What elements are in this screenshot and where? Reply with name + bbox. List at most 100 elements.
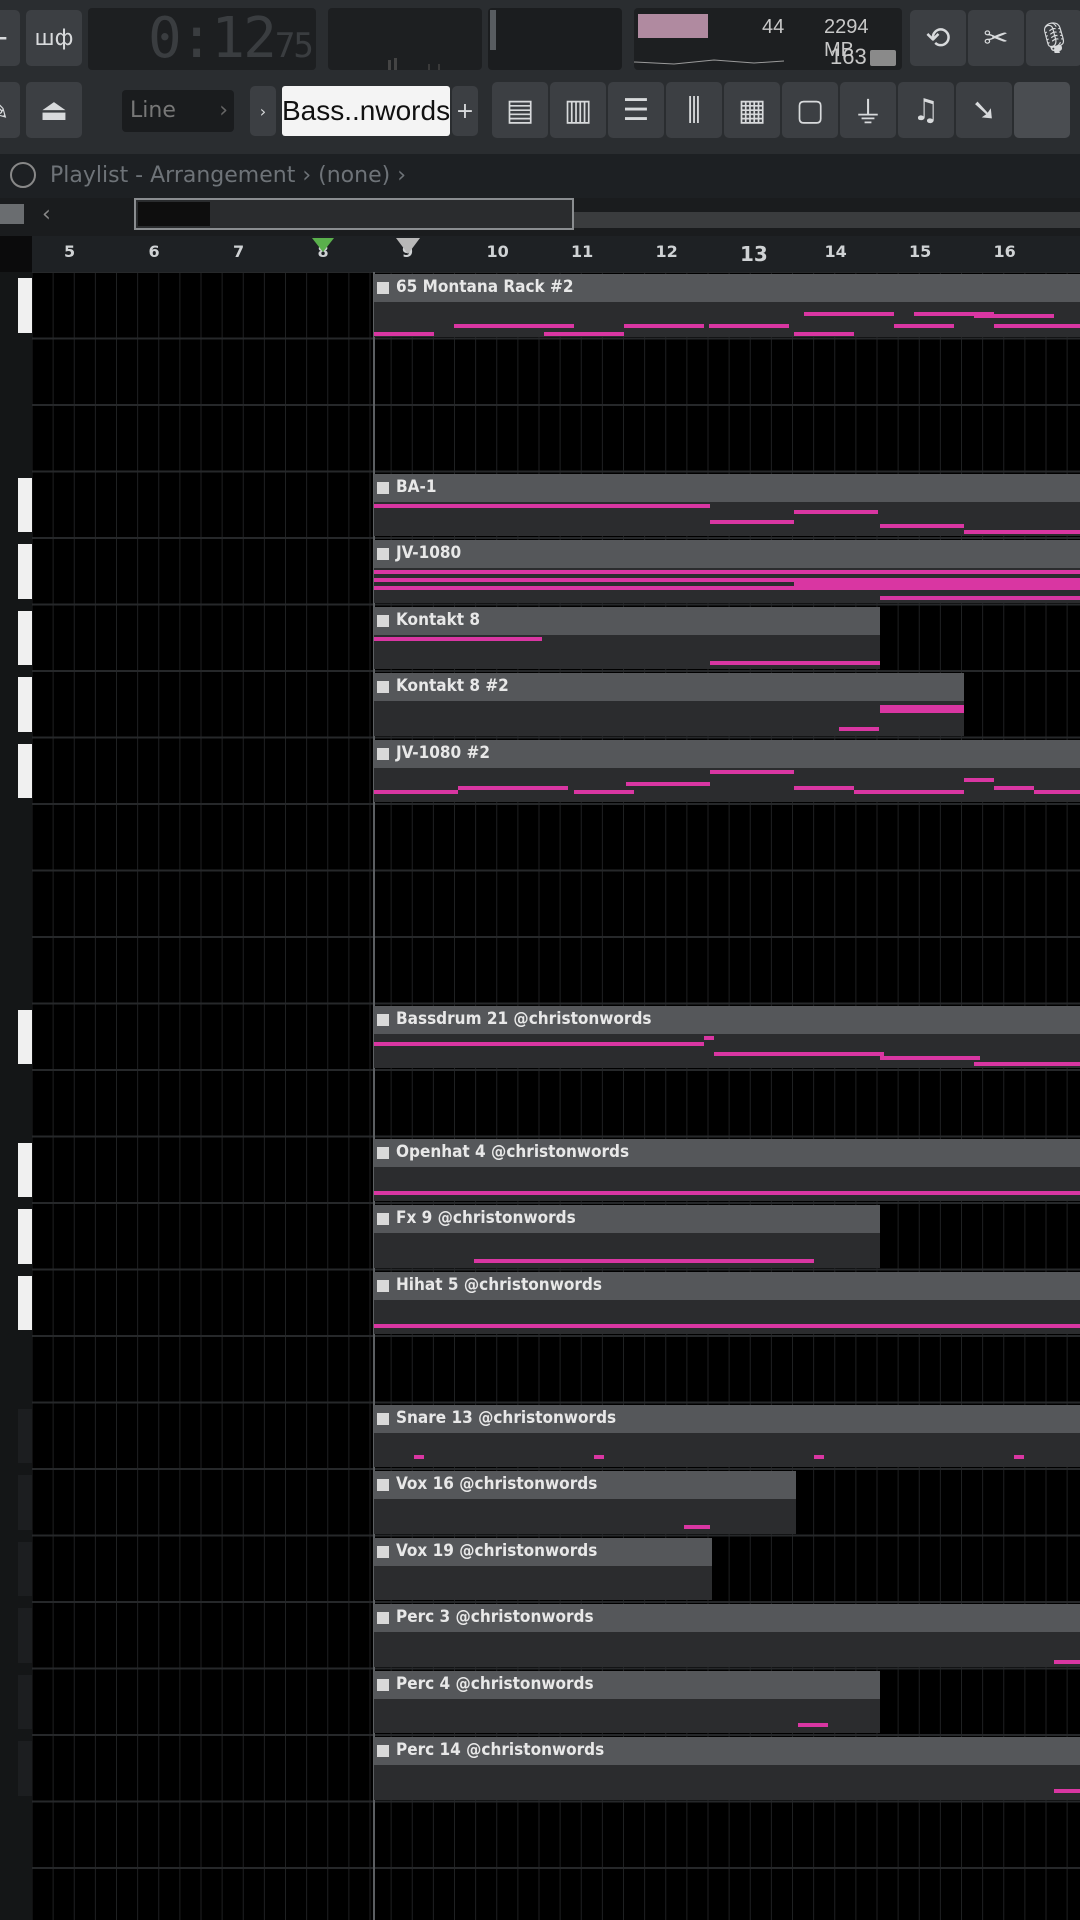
- pattern-prev-icon[interactable]: ›: [250, 86, 276, 136]
- mode-button[interactable]: шф: [26, 10, 82, 66]
- microphone-icon[interactable]: 🎙: [1026, 10, 1080, 66]
- performance-monitor[interactable]: 44 2294 MB 163: [634, 8, 902, 70]
- piano-roll-icon[interactable]: ▥: [550, 82, 606, 138]
- track-mute-led[interactable]: [18, 278, 32, 333]
- pattern-clip[interactable]: Snare 13 @christonwords: [374, 1404, 1080, 1467]
- loop-start-marker[interactable]: [310, 236, 350, 256]
- mixer-icon[interactable]: ⫼: [666, 82, 722, 138]
- clip-header[interactable]: Kontakt 8 #2: [374, 673, 964, 701]
- pattern-icon[interactable]: [377, 1545, 389, 1558]
- clip-header[interactable]: JV-1080: [374, 540, 1080, 568]
- horizontal-scrollbar[interactable]: ‹: [0, 198, 1080, 236]
- pattern-clip[interactable]: Bassdrum 21 @christonwords: [374, 1005, 1080, 1068]
- pattern-clip[interactable]: Perc 14 @christonwords: [374, 1737, 1080, 1800]
- time-sub: 75: [274, 26, 314, 66]
- track-mute-led[interactable]: [18, 1142, 32, 1197]
- pattern-clip[interactable]: JV-1080 #2: [374, 739, 1080, 802]
- pattern-clip[interactable]: Perc 4 @christonwords: [374, 1670, 880, 1733]
- pattern-icon[interactable]: [377, 1213, 389, 1225]
- project-icon[interactable]: ▢: [782, 82, 838, 138]
- pattern-icon[interactable]: [377, 282, 389, 294]
- clip-note: [814, 1454, 824, 1459]
- clip-header[interactable]: Vox 16 @christonwords: [374, 1471, 796, 1499]
- pattern-clip[interactable]: JV-1080: [374, 540, 1080, 603]
- playlist-icon[interactable]: ▤: [492, 82, 548, 138]
- track-mute-led[interactable]: [18, 544, 32, 599]
- track-mute-led[interactable]: [18, 1408, 32, 1463]
- pattern-icon[interactable]: [377, 1479, 389, 1491]
- track-header-icon[interactable]: [0, 204, 24, 224]
- export-icon[interactable]: ➘: [956, 82, 1012, 138]
- track-mute-led[interactable]: [18, 1209, 32, 1264]
- track-mute-led[interactable]: [18, 1674, 32, 1729]
- pattern-icon[interactable]: [377, 548, 389, 560]
- track-mute-led[interactable]: [18, 1741, 32, 1796]
- playhead-marker[interactable]: [394, 236, 434, 256]
- clip-header[interactable]: Openhat 4 @christonwords: [374, 1138, 1080, 1167]
- track-mute-led[interactable]: [18, 477, 32, 532]
- pattern-clip[interactable]: 65 Montana Rack #2: [374, 274, 1080, 337]
- pattern-clip[interactable]: Kontakt 8 #2: [374, 673, 964, 736]
- track-mute-led[interactable]: [18, 1541, 32, 1596]
- pattern-icon[interactable]: [377, 1146, 389, 1159]
- channel-rack-icon[interactable]: ☰: [608, 82, 664, 138]
- pattern-icon[interactable]: [377, 747, 389, 760]
- pattern-icon[interactable]: [377, 1412, 389, 1425]
- pattern-add-button[interactable]: +: [452, 86, 478, 136]
- pattern-clip[interactable]: Fx 9 @christonwords: [374, 1205, 880, 1268]
- track-mute-led[interactable]: [18, 677, 32, 732]
- pattern-icon[interactable]: [377, 481, 389, 494]
- clip-note: [709, 324, 789, 328]
- pattern-icon[interactable]: [377, 1279, 389, 1292]
- track-mute-led[interactable]: [18, 1275, 32, 1330]
- pencil-icon[interactable]: ✎: [0, 82, 20, 138]
- plugin-icon[interactable]: ⏚: [840, 82, 896, 138]
- tempo-tap-icon[interactable]: ♫: [898, 82, 954, 138]
- timeline-ruler[interactable]: 5678910111213141516: [32, 236, 1080, 272]
- playlist-titlebar[interactable]: Playlist - Arrangement › (none) ›: [0, 154, 1080, 198]
- pattern-icon[interactable]: [377, 1013, 389, 1026]
- pattern-clip[interactable]: Vox 16 @christonwords: [374, 1471, 796, 1534]
- stamp-icon[interactable]: ⏏: [26, 82, 82, 138]
- clip-header[interactable]: JV-1080 #2: [374, 739, 1080, 768]
- track-mute-led[interactable]: [18, 743, 32, 798]
- browser-icon[interactable]: ▦: [724, 82, 780, 138]
- clip-header[interactable]: Vox 19 @christonwords: [374, 1537, 712, 1566]
- scroll-left-icon[interactable]: ‹: [42, 202, 51, 227]
- track-mute-led[interactable]: [18, 1009, 32, 1064]
- pattern-icon[interactable]: [377, 614, 389, 627]
- track-mute-led[interactable]: [18, 610, 32, 665]
- add-icon[interactable]: +: [0, 10, 20, 66]
- pattern-clip[interactable]: Hihat 5 @christonwords: [374, 1271, 1080, 1334]
- clip-header[interactable]: Perc 4 @christonwords: [374, 1670, 880, 1699]
- clip-header[interactable]: BA-1: [374, 473, 1080, 502]
- undo-icon[interactable]: ⟲: [910, 10, 966, 66]
- pattern-clip[interactable]: Kontakt 8: [374, 606, 880, 669]
- track-mute-led[interactable]: [18, 1475, 32, 1530]
- speaker-icon[interactable]: [10, 162, 36, 188]
- song-time-display[interactable]: 0:1275: [88, 8, 316, 70]
- clip-header[interactable]: Bassdrum 21 @christonwords: [374, 1005, 1080, 1034]
- pattern-icon[interactable]: [377, 681, 389, 693]
- extra-panel-icon[interactable]: [1014, 82, 1070, 138]
- pattern-clip[interactable]: BA-1: [374, 473, 1080, 536]
- pattern-clip[interactable]: Vox 19 @christonwords: [374, 1537, 712, 1600]
- pattern-clip[interactable]: Openhat 4 @christonwords: [374, 1138, 1080, 1201]
- clip-header[interactable]: 65 Montana Rack #2: [374, 274, 1080, 302]
- snap-select[interactable]: Line ›: [122, 90, 234, 132]
- pattern-icon[interactable]: [377, 1745, 389, 1757]
- clip-header[interactable]: Kontakt 8: [374, 606, 880, 635]
- playlist-grid[interactable]: 65 Montana Rack #2 BA-1 JV-1080 Kontakt 8 Ko…: [32, 272, 1080, 1920]
- clip-header[interactable]: Fx 9 @christonwords: [374, 1205, 880, 1233]
- pattern-selection[interactable]: (none): [318, 163, 390, 188]
- pattern-selector[interactable]: Bass..nwords: [282, 86, 450, 136]
- clip-header[interactable]: Snare 13 @christonwords: [374, 1404, 1080, 1433]
- clip-header[interactable]: Hihat 5 @christonwords: [374, 1271, 1080, 1300]
- cut-tools-icon[interactable]: ✂: [968, 10, 1024, 66]
- pattern-icon[interactable]: [377, 1678, 389, 1691]
- pattern-icon[interactable]: [377, 1612, 389, 1624]
- pattern-clip[interactable]: Perc 3 @christonwords: [374, 1604, 1080, 1667]
- clip-header[interactable]: Perc 3 @christonwords: [374, 1604, 1080, 1632]
- clip-header[interactable]: Perc 14 @christonwords: [374, 1737, 1080, 1765]
- track-mute-led[interactable]: [18, 1608, 32, 1663]
